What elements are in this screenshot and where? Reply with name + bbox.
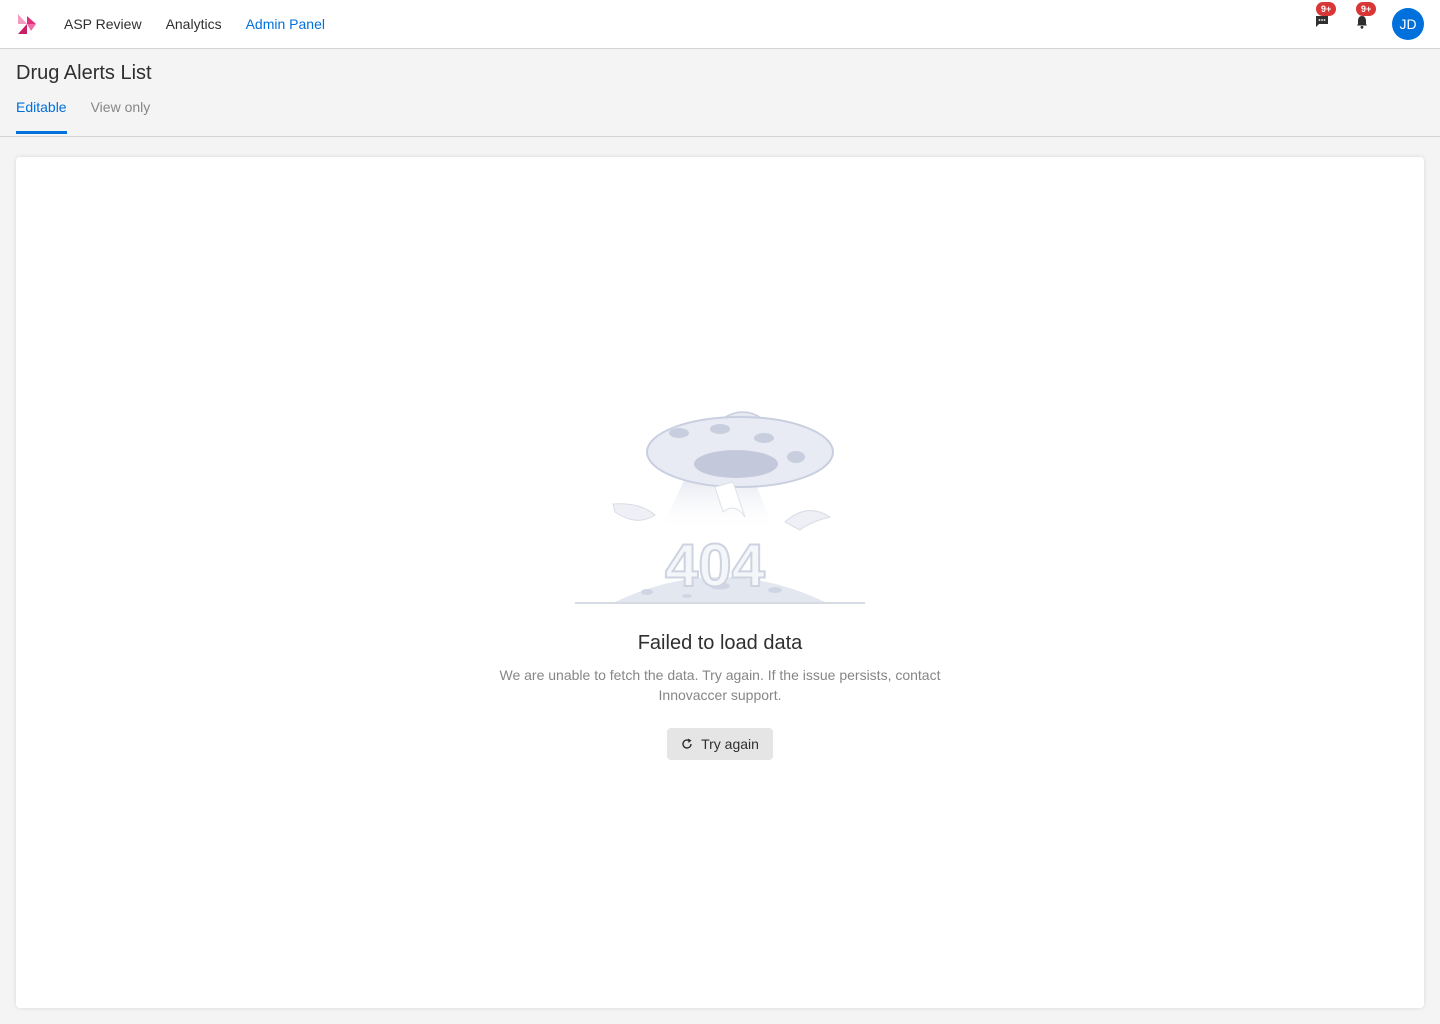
- nav-actions: 9+ 9+ JD: [1312, 0, 1424, 48]
- page-title: Drug Alerts List: [16, 62, 152, 84]
- user-avatar[interactable]: JD: [1392, 8, 1424, 40]
- content-card: 404 Failed to load data We are unable to…: [16, 157, 1424, 1008]
- error-title: Failed to load data: [637, 632, 803, 654]
- nav-links: ASP Review Analytics Admin Panel: [64, 0, 349, 48]
- try-again-label: Try again: [701, 736, 759, 752]
- refresh-icon: [681, 738, 693, 750]
- error-description: We are unable to fetch the data. Try aga…: [499, 667, 941, 703]
- nav-link-admin-panel[interactable]: Admin Panel: [246, 16, 325, 32]
- page-header: Drug Alerts List Editable View only: [0, 49, 1440, 137]
- chat-icon: [1315, 15, 1329, 33]
- error-illustration: 404: [575, 402, 865, 607]
- nav-link-asp-review[interactable]: ASP Review: [64, 16, 142, 32]
- tab-bar: Editable View only: [16, 99, 174, 134]
- chat-count-badge: 9+: [1316, 2, 1337, 16]
- nav-link-analytics[interactable]: Analytics: [166, 16, 222, 32]
- bell-icon: [1356, 15, 1368, 34]
- app-logo[interactable]: [16, 13, 38, 35]
- top-navigation: ASP Review Analytics Admin Panel 9+ 9+ J…: [0, 0, 1440, 49]
- tab-editable[interactable]: Editable: [16, 99, 67, 134]
- notifications-button[interactable]: 9+: [1352, 2, 1377, 34]
- error-code-text: 404: [665, 532, 766, 599]
- try-again-button[interactable]: Try again: [667, 728, 773, 760]
- notification-count-badge: 9+: [1356, 2, 1377, 16]
- chat-button[interactable]: 9+: [1312, 2, 1337, 34]
- tab-view-only[interactable]: View only: [91, 99, 151, 131]
